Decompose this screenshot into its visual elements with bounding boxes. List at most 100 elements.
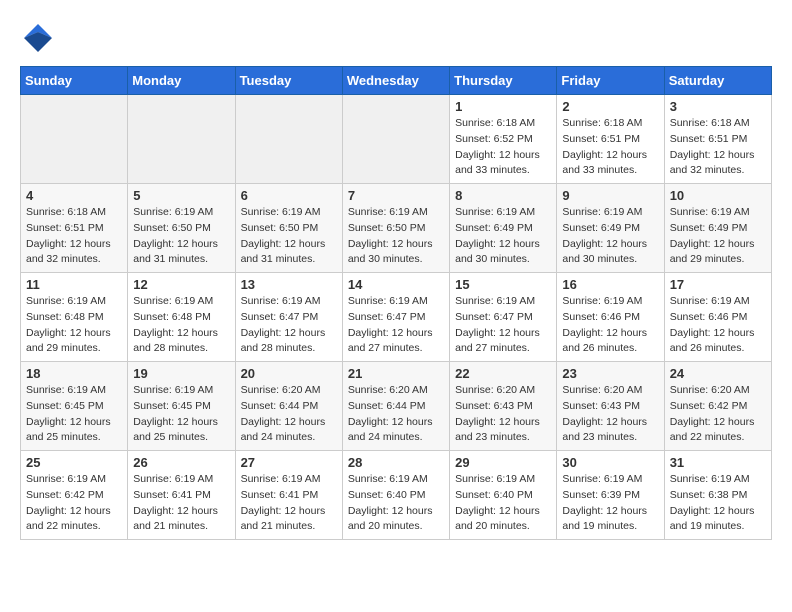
day-number: 5 (133, 188, 229, 203)
sun-info: Sunrise: 6:20 AMSunset: 6:43 PMDaylight:… (562, 383, 658, 446)
sun-info: Sunrise: 6:19 AMSunset: 6:48 PMDaylight:… (133, 294, 229, 357)
sun-info: Sunrise: 6:19 AMSunset: 6:49 PMDaylight:… (670, 205, 766, 268)
day-number: 29 (455, 455, 551, 470)
day-number: 15 (455, 277, 551, 292)
day-number: 24 (670, 366, 766, 381)
sun-info: Sunrise: 6:19 AMSunset: 6:46 PMDaylight:… (562, 294, 658, 357)
day-number: 19 (133, 366, 229, 381)
calendar-cell: 19Sunrise: 6:19 AMSunset: 6:45 PMDayligh… (128, 362, 235, 451)
sun-info: Sunrise: 6:19 AMSunset: 6:46 PMDaylight:… (670, 294, 766, 357)
day-number: 3 (670, 99, 766, 114)
day-number: 26 (133, 455, 229, 470)
day-number: 28 (348, 455, 444, 470)
calendar-cell: 31 Sunrise: 6:19 AMSunset: 6:38 PMDayligh… (664, 451, 771, 540)
sun-info: Sunrise: 6:19 AMSunset: 6:45 PMDaylight:… (26, 383, 122, 446)
sun-info: Sunrise: 6:20 AMSunset: 6:44 PMDaylight:… (348, 383, 444, 446)
sun-info: Sunrise: 6:19 AMSunset: 6:41 PMDaylight:… (133, 472, 229, 535)
calendar-cell: 18 Sunrise: 6:19 AMSunset: 6:45 PMDayligh… (21, 362, 128, 451)
calendar-cell: 4Sunrise: 6:18 AMSunset: 6:51 PMDaylight… (21, 184, 128, 273)
day-number: 9 (562, 188, 658, 203)
sun-info: Sunrise: 6:19 AMSunset: 6:40 PMDaylight:… (455, 472, 551, 535)
calendar-cell: 25 Sunrise: 6:19 AMSunset: 6:42 PMDayligh… (21, 451, 128, 540)
sun-info: Sunrise: 6:19 AMSunset: 6:38 PMDaylight:… (670, 472, 766, 535)
sun-info: Sunrise: 6:19 AMSunset: 6:39 PMDaylight:… (562, 472, 658, 535)
day-number: 17 (670, 277, 766, 292)
day-number: 6 (241, 188, 337, 203)
day-number: 23 (562, 366, 658, 381)
calendar-cell: 20 Sunrise: 6:20 AMSunset: 6:44 PMDayligh… (235, 362, 342, 451)
sun-info: Sunrise: 6:18 AMSunset: 6:51 PMDaylight:… (562, 116, 658, 179)
calendar-cell: 16 Sunrise: 6:19 AMSunset: 6:46 PMDayligh… (557, 273, 664, 362)
calendar-cell: 10 Sunrise: 6:19 AMSunset: 6:49 PMDayligh… (664, 184, 771, 273)
sun-info: Sunrise: 6:19 AMSunset: 6:50 PMDaylight:… (133, 205, 229, 268)
calendar-week-row: 1 Sunrise: 6:18 AMSunset: 6:52 PMDaylight… (21, 95, 772, 184)
day-number: 12 (133, 277, 229, 292)
calendar-cell: 27Sunrise: 6:19 AMSunset: 6:41 PMDayligh… (235, 451, 342, 540)
calendar-cell: 30 Sunrise: 6:19 AMSunset: 6:39 PMDayligh… (557, 451, 664, 540)
calendar-cell: 9Sunrise: 6:19 AMSunset: 6:49 PMDaylight… (557, 184, 664, 273)
calendar-cell (21, 95, 128, 184)
calendar-cell (235, 95, 342, 184)
calendar-table: SundayMondayTuesdayWednesdayThursdayFrid… (20, 66, 772, 540)
calendar-week-row: 4Sunrise: 6:18 AMSunset: 6:51 PMDaylight… (21, 184, 772, 273)
calendar-cell: 26 Sunrise: 6:19 AMSunset: 6:41 PMDayligh… (128, 451, 235, 540)
day-number: 11 (26, 277, 122, 292)
day-number: 31 (670, 455, 766, 470)
page-header (20, 20, 772, 56)
sun-info: Sunrise: 6:19 AMSunset: 6:49 PMDaylight:… (455, 205, 551, 268)
calendar-cell: 17 Sunrise: 6:19 AMSunset: 6:46 PMDayligh… (664, 273, 771, 362)
calendar-cell: 12 Sunrise: 6:19 AMSunset: 6:48 PMDayligh… (128, 273, 235, 362)
calendar-cell: 14Sunrise: 6:19 AMSunset: 6:47 PMDayligh… (342, 273, 449, 362)
sun-info: Sunrise: 6:19 AMSunset: 6:47 PMDaylight:… (348, 294, 444, 357)
calendar-cell: 3 Sunrise: 6:18 AMSunset: 6:51 PMDaylight… (664, 95, 771, 184)
day-number: 18 (26, 366, 122, 381)
sun-info: Sunrise: 6:20 AMSunset: 6:42 PMDaylight:… (670, 383, 766, 446)
sun-info: Sunrise: 6:20 AMSunset: 6:44 PMDaylight:… (241, 383, 337, 446)
calendar-cell: 6 Sunrise: 6:19 AMSunset: 6:50 PMDaylight… (235, 184, 342, 273)
logo (20, 20, 62, 56)
calendar-cell (342, 95, 449, 184)
sun-info: Sunrise: 6:18 AMSunset: 6:51 PMDaylight:… (26, 205, 122, 268)
day-number: 13 (241, 277, 337, 292)
calendar-week-row: 25 Sunrise: 6:19 AMSunset: 6:42 PMDayligh… (21, 451, 772, 540)
calendar-cell: 15 Sunrise: 6:19 AMSunset: 6:47 PMDayligh… (450, 273, 557, 362)
day-number: 8 (455, 188, 551, 203)
calendar-cell: 28 Sunrise: 6:19 AMSunset: 6:40 PMDayligh… (342, 451, 449, 540)
calendar-week-row: 11 Sunrise: 6:19 AMSunset: 6:48 PMDayligh… (21, 273, 772, 362)
sun-info: Sunrise: 6:19 AMSunset: 6:50 PMDaylight:… (348, 205, 444, 268)
calendar-cell: 8 Sunrise: 6:19 AMSunset: 6:49 PMDaylight… (450, 184, 557, 273)
day-number: 30 (562, 455, 658, 470)
day-number: 2 (562, 99, 658, 114)
calendar-cell: 29 Sunrise: 6:19 AMSunset: 6:40 PMDayligh… (450, 451, 557, 540)
sun-info: Sunrise: 6:19 AMSunset: 6:40 PMDaylight:… (348, 472, 444, 535)
day-number: 10 (670, 188, 766, 203)
day-number: 22 (455, 366, 551, 381)
logo-icon (20, 20, 56, 56)
sun-info: Sunrise: 6:20 AMSunset: 6:43 PMDaylight:… (455, 383, 551, 446)
sun-info: Sunrise: 6:18 AMSunset: 6:51 PMDaylight:… (670, 116, 766, 179)
day-number: 1 (455, 99, 551, 114)
day-header-sunday: Sunday (21, 67, 128, 95)
day-number: 27 (241, 455, 337, 470)
sun-info: Sunrise: 6:19 AMSunset: 6:50 PMDaylight:… (241, 205, 337, 268)
day-number: 20 (241, 366, 337, 381)
calendar-cell: 24 Sunrise: 6:20 AMSunset: 6:42 PMDayligh… (664, 362, 771, 451)
calendar-cell (128, 95, 235, 184)
calendar-cell: 2 Sunrise: 6:18 AMSunset: 6:51 PMDaylight… (557, 95, 664, 184)
calendar-week-row: 18 Sunrise: 6:19 AMSunset: 6:45 PMDayligh… (21, 362, 772, 451)
day-number: 16 (562, 277, 658, 292)
day-number: 7 (348, 188, 444, 203)
sun-info: Sunrise: 6:18 AMSunset: 6:52 PMDaylight:… (455, 116, 551, 179)
calendar-cell: 23 Sunrise: 6:20 AMSunset: 6:43 PMDayligh… (557, 362, 664, 451)
day-header-tuesday: Tuesday (235, 67, 342, 95)
calendar-cell: 7 Sunrise: 6:19 AMSunset: 6:50 PMDaylight… (342, 184, 449, 273)
sun-info: Sunrise: 6:19 AMSunset: 6:47 PMDaylight:… (241, 294, 337, 357)
day-header-friday: Friday (557, 67, 664, 95)
calendar-cell: 22 Sunrise: 6:20 AMSunset: 6:43 PMDayligh… (450, 362, 557, 451)
calendar-cell: 5 Sunrise: 6:19 AMSunset: 6:50 PMDaylight… (128, 184, 235, 273)
sun-info: Sunrise: 6:19 AMSunset: 6:42 PMDaylight:… (26, 472, 122, 535)
calendar-cell: 21 Sunrise: 6:20 AMSunset: 6:44 PMDayligh… (342, 362, 449, 451)
sun-info: Sunrise: 6:19 AMSunset: 6:47 PMDaylight:… (455, 294, 551, 357)
day-number: 21 (348, 366, 444, 381)
day-number: 25 (26, 455, 122, 470)
